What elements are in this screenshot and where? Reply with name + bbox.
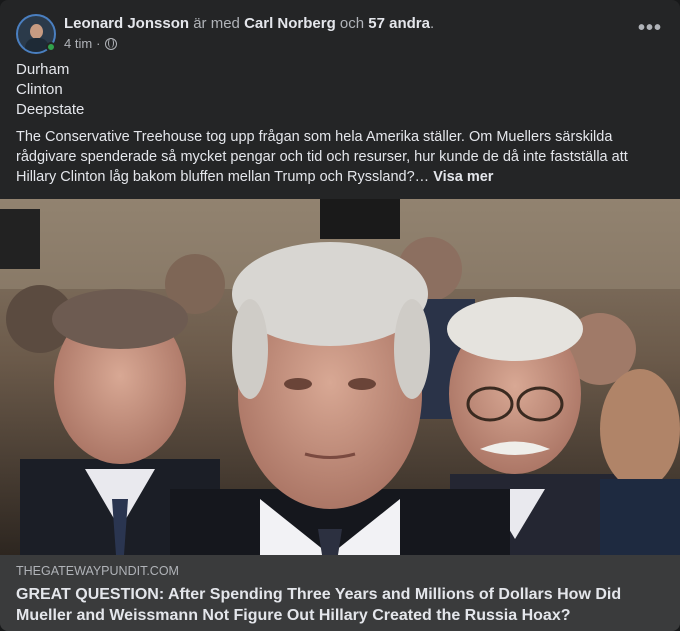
link-title[interactable]: GREAT QUESTION: After Spending Three Yea…	[16, 584, 664, 626]
post-timestamp[interactable]: 4 tim	[64, 36, 92, 52]
period: .	[429, 15, 435, 32]
tag-line: Durham	[16, 61, 70, 78]
link-domain: THEGATEWAYPUNDIT.COM	[16, 564, 179, 578]
post-meta: 4 tim ·	[64, 36, 117, 52]
post-body: The Conservative Treehouse tog upp fråga…	[16, 127, 664, 187]
tag-line: Deepstate	[16, 101, 85, 118]
tagged-person[interactable]: Carl Norberg	[244, 15, 336, 32]
post-header: Leonard Jonsson är med Carl Norberg och …	[16, 12, 664, 56]
meta-separator: ·	[96, 36, 101, 51]
avatar-head-shape	[30, 24, 43, 39]
tag-line: Clinton	[16, 81, 63, 98]
with-text: är med	[193, 15, 240, 32]
globe-icon[interactable]	[104, 38, 117, 50]
link-preview[interactable]: THEGATEWAYPUNDIT.COM GREAT QUESTION: Aft…	[0, 555, 680, 631]
others-link[interactable]: 57 andra	[368, 15, 430, 32]
more-options-button[interactable]: •••	[632, 18, 668, 46]
link-preview-image[interactable]	[0, 199, 680, 555]
and-text: och	[339, 15, 365, 32]
post-body-text: The Conservative Treehouse tog upp fråga…	[16, 129, 628, 185]
author-line: Leonard Jonsson är med Carl Norberg och …	[64, 14, 434, 34]
post-text: Durham Clinton Deepstate The Conservativ…	[16, 60, 664, 187]
post-card: Leonard Jonsson är med Carl Norberg och …	[0, 0, 680, 631]
online-status-icon	[46, 42, 56, 52]
see-more-link[interactable]: Visa mer	[433, 169, 493, 185]
author-name[interactable]: Leonard Jonsson	[64, 15, 189, 32]
hearing-photo	[0, 199, 680, 555]
